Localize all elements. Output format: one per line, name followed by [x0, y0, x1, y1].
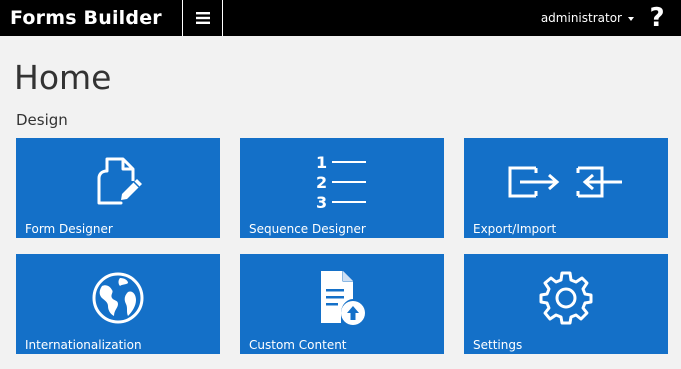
main-menu-button[interactable] [182, 0, 223, 36]
form-document-pencil-icon [97, 157, 142, 205]
help-button[interactable]: ? [645, 2, 669, 34]
gear-icon [539, 271, 593, 325]
numbered-list-icon: 1 2 3 [316, 153, 366, 212]
tile-label: Sequence Designer [249, 222, 366, 236]
top-navbar: Forms Builder administrator ? [0, 0, 681, 36]
tile-label: Settings [473, 338, 523, 352]
list-number-1: 1 [316, 153, 327, 172]
tile-label: Internationalization [25, 338, 142, 352]
page-title: Home [14, 58, 112, 97]
tile-label: Custom Content [249, 338, 347, 352]
form-designer-tile[interactable]: Form Designer [16, 138, 220, 238]
document-upload-icon [321, 271, 365, 325]
export-import-icon [508, 166, 622, 198]
hamburger-menu-icon [195, 12, 210, 24]
globe-icon [92, 272, 144, 324]
internationalization-tile[interactable]: Internationalization [16, 254, 220, 354]
tile-label: Form Designer [25, 222, 113, 236]
tile-label: Export/Import [473, 222, 557, 236]
export-import-tile[interactable]: Export/Import [464, 138, 668, 238]
sequence-designer-tile[interactable]: 1 2 3 Sequence Designer [240, 138, 444, 238]
caret-down-icon [628, 16, 634, 21]
app-title[interactable]: Forms Builder [0, 0, 182, 36]
list-number-2: 2 [316, 173, 327, 192]
custom-content-tile[interactable]: Custom Content [240, 254, 444, 354]
user-name: administrator [540, 11, 622, 25]
settings-tile[interactable]: Settings [464, 254, 668, 354]
list-number-3: 3 [316, 193, 327, 212]
section-title: Design [16, 111, 68, 129]
user-menu[interactable]: administrator [541, 0, 634, 36]
